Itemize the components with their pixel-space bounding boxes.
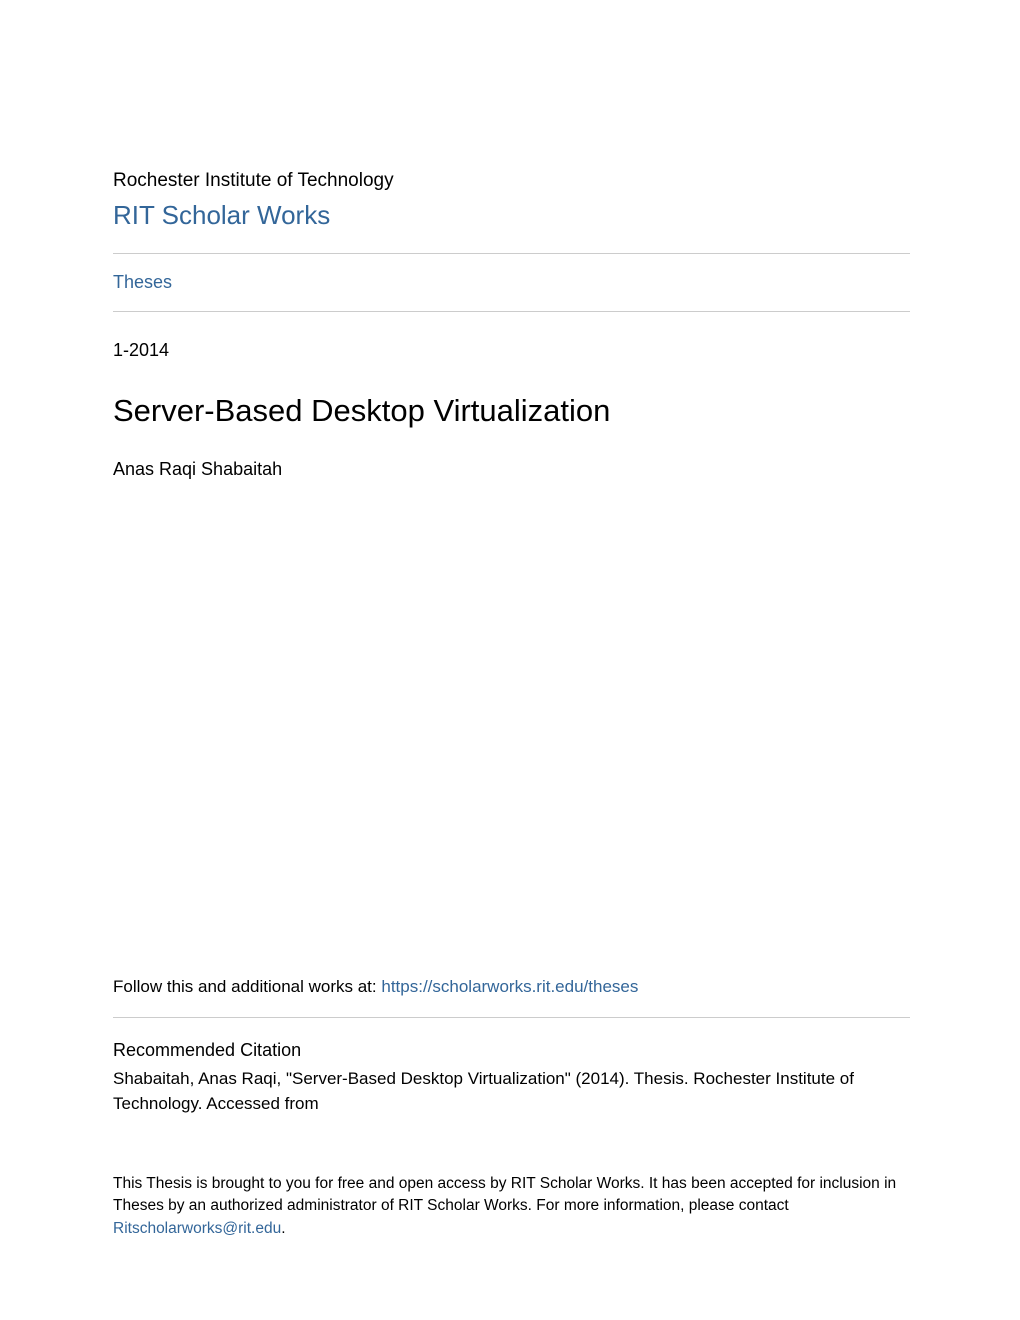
content-spacer <box>113 480 910 977</box>
divider-citation <box>113 1017 910 1018</box>
cover-page: Rochester Institute of Technology RIT Sc… <box>0 0 1020 1320</box>
follow-prefix: Follow this and additional works at: <box>113 977 381 996</box>
citation-text: Shabaitah, Anas Raqi, "Server-Based Desk… <box>113 1067 910 1116</box>
author-name: Anas Raqi Shabaitah <box>113 459 910 480</box>
document-title: Server-Based Desktop Virtualization <box>113 393 910 429</box>
footer-text-before: This Thesis is brought to you for free a… <box>113 1175 896 1214</box>
publication-date: 1-2014 <box>113 340 910 361</box>
citation-heading: Recommended Citation <box>113 1040 910 1061</box>
footer-text: This Thesis is brought to you for free a… <box>113 1173 910 1240</box>
follow-works-link[interactable]: https://scholarworks.rit.edu/theses <box>381 977 638 996</box>
theses-row: Theses <box>113 254 910 311</box>
divider-bottom <box>113 311 910 312</box>
footer-text-after: . <box>281 1220 285 1237</box>
follow-works-line: Follow this and additional works at: htt… <box>113 977 910 997</box>
repository-link[interactable]: RIT Scholar Works <box>113 200 910 231</box>
theses-link[interactable]: Theses <box>113 272 172 292</box>
institution-name: Rochester Institute of Technology <box>113 170 910 192</box>
contact-email-link[interactable]: Ritscholarworks@rit.edu <box>113 1220 281 1237</box>
